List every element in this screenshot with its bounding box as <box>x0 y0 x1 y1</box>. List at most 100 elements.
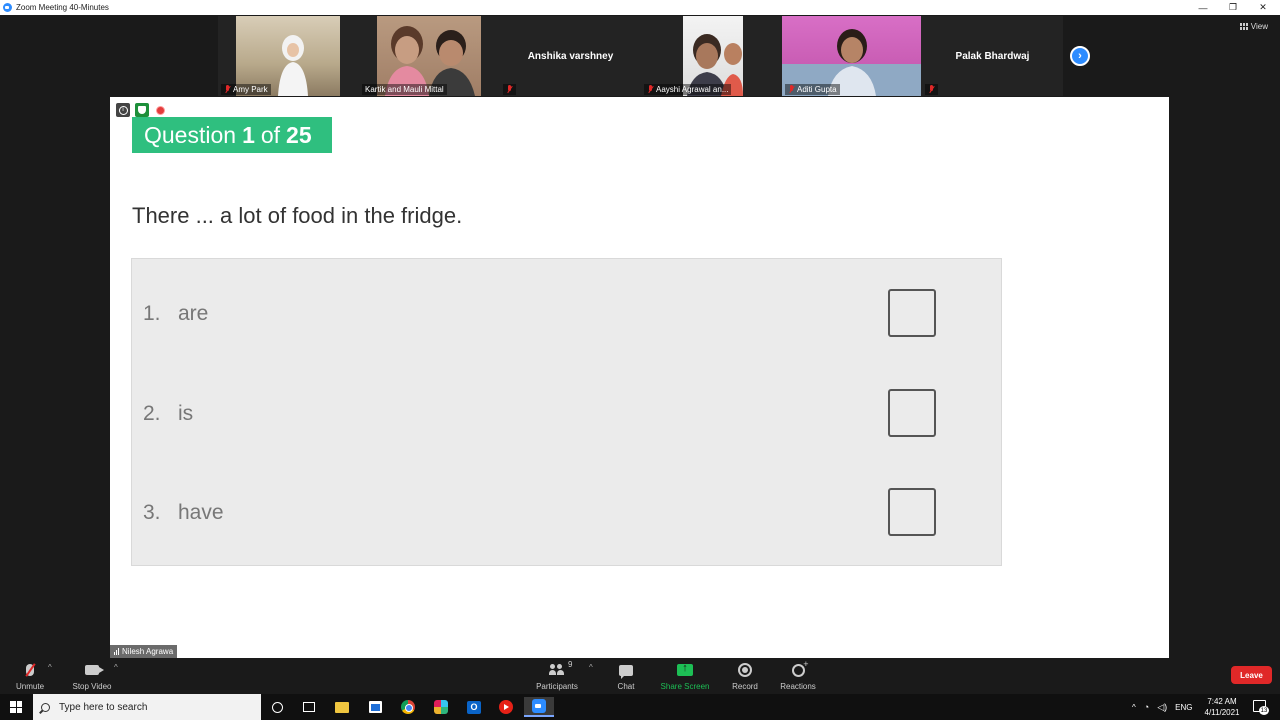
store-button[interactable] <box>360 697 390 717</box>
question-current: 1 <box>242 121 255 148</box>
youtube-icon <box>499 700 513 714</box>
security-shield-icon[interactable] <box>135 103 149 117</box>
clock-date: 4/11/2021 <box>1204 708 1240 717</box>
volume-icon[interactable]: ◁) <box>1157 702 1167 713</box>
mic-muted-icon <box>506 85 513 94</box>
participants-button[interactable]: 9 Participants <box>536 660 578 691</box>
question-banner-sep: of <box>260 121 281 148</box>
windows-logo-icon <box>10 701 22 713</box>
slack-icon <box>434 700 448 714</box>
zoom-taskbar-button[interactable] <box>524 697 554 717</box>
chat-label: Chat <box>617 682 635 691</box>
search-placeholder: Type here to search <box>59 701 148 713</box>
participant-caption: Amy Park <box>221 84 271 95</box>
network-icon[interactable]: ◔ <box>1144 702 1149 712</box>
answer-option[interactable]: 2. is <box>132 389 1001 449</box>
outlook-button[interactable]: O <box>459 697 489 717</box>
participant-name: Aditi Gupta <box>797 85 837 94</box>
zoom-app-icon <box>3 3 12 12</box>
minimize-button[interactable]: — <box>1188 0 1218 15</box>
meeting-toolbar: Unmute ^ Stop Video ^ 9 Participants ^ C… <box>0 658 1280 694</box>
participant-silhouette <box>278 35 308 96</box>
youtube-button[interactable] <box>491 697 521 717</box>
stop-video-button[interactable]: Stop Video <box>72 661 112 691</box>
answer-option[interactable]: 1. are <box>132 289 1001 349</box>
grid-view-icon <box>1239 23 1248 30</box>
shared-screen: i Question 1 of 25 There ... a lot of fo… <box>110 97 1169 658</box>
question-text: There ... a lot of food in the fridge. <box>132 203 463 228</box>
close-button[interactable]: ✕ <box>1248 0 1278 15</box>
participant-tile[interactable]: Kartik and Mauli Mittal <box>359 16 500 96</box>
participant-caption <box>925 84 938 95</box>
cortana-button[interactable] <box>262 697 292 717</box>
view-button[interactable]: View <box>1239 22 1268 31</box>
system-tray: ^ ◔ ◁) ENG <box>1132 694 1192 720</box>
unmute-button[interactable]: Unmute <box>16 661 44 691</box>
taskbar-search[interactable]: Type here to search <box>33 694 261 720</box>
participant-tile[interactable]: Aditi Gupta <box>782 16 922 96</box>
folder-icon <box>335 701 349 713</box>
question-banner-prefix: Question <box>144 121 237 148</box>
video-options-caret[interactable]: ^ <box>114 663 118 672</box>
option-checkbox[interactable] <box>888 289 936 337</box>
participant-name-display: Palak Bhardwaj <box>955 50 1030 62</box>
option-text: have <box>178 501 224 524</box>
reactions-label: Reactions <box>780 682 816 691</box>
participant-tile[interactable]: Anshika varshney <box>500 16 641 96</box>
option-checkbox[interactable] <box>888 488 936 536</box>
audio-options-caret[interactable]: ^ <box>48 663 52 672</box>
task-view-button[interactable] <box>294 697 324 717</box>
window-title: Zoom Meeting 40-Minutes <box>16 3 109 12</box>
unmute-label: Unmute <box>16 682 45 691</box>
leave-button[interactable]: Leave <box>1231 666 1272 684</box>
answer-option[interactable]: 3. have <box>132 488 1001 548</box>
signal-bars-icon <box>114 648 119 655</box>
chrome-button[interactable] <box>393 697 423 717</box>
question-total: 25 <box>286 121 312 148</box>
participant-name: Aayshi Agrawal an... <box>656 85 729 94</box>
mic-muted-icon <box>647 85 654 94</box>
window-titlebar: Zoom Meeting 40-Minutes — ❐ ✕ <box>0 0 1280 15</box>
info-icon[interactable]: i <box>116 103 130 117</box>
tray-caret-icon[interactable]: ^ <box>1132 703 1136 712</box>
participant-name-display: Anshika varshney <box>527 50 614 62</box>
option-number: 1. <box>143 302 161 325</box>
participant-caption: Aditi Gupta <box>785 84 840 95</box>
language-indicator[interactable]: ENG <box>1175 703 1192 712</box>
participant-tile[interactable]: Amy Park <box>218 16 359 96</box>
mic-muted-icon <box>928 85 935 94</box>
presenter-name: Nilesh Agrawa <box>122 647 174 656</box>
chat-button[interactable]: Chat <box>615 661 637 691</box>
option-text: are <box>178 302 209 325</box>
participant-tile[interactable]: Aayshi Agrawal an... <box>641 16 782 96</box>
reactions-button[interactable]: Reactions <box>780 659 816 692</box>
participants-icon <box>549 664 565 676</box>
file-explorer-button[interactable] <box>327 697 357 717</box>
record-button[interactable]: Record <box>732 661 758 691</box>
notification-count-badge: 13 <box>1259 706 1269 715</box>
participants-label: Participants <box>536 682 578 691</box>
chat-icon <box>619 664 633 679</box>
stop-video-label: Stop Video <box>72 682 112 691</box>
option-checkbox[interactable] <box>888 389 936 437</box>
participants-caret[interactable]: ^ <box>589 663 593 672</box>
participant-name: Kartik and Mauli Mittal <box>365 85 444 94</box>
outlook-icon: O <box>467 700 481 714</box>
recording-dot-icon <box>156 105 165 115</box>
start-button[interactable] <box>0 694 32 720</box>
next-page-button[interactable]: › <box>1070 46 1090 66</box>
taskbar-clock[interactable]: 7:42 AM 4/11/2021 <box>1200 696 1244 718</box>
task-view-icon <box>303 702 315 712</box>
search-icon <box>41 702 50 712</box>
participant-caption: Aayshi Agrawal an... <box>644 84 732 95</box>
clock-time: 7:42 AM <box>1207 697 1237 706</box>
chevron-right-icon: › <box>1078 50 1082 62</box>
participant-tile[interactable]: Palak Bhardwaj <box>922 16 1063 96</box>
slack-button[interactable] <box>426 697 456 717</box>
option-text: is <box>178 402 194 425</box>
restore-button[interactable]: ❐ <box>1218 0 1248 15</box>
zoom-icon <box>532 699 546 713</box>
record-label: Record <box>732 682 758 691</box>
participant-name: Amy Park <box>233 85 268 94</box>
share-screen-button[interactable]: Share Screen <box>661 661 710 691</box>
